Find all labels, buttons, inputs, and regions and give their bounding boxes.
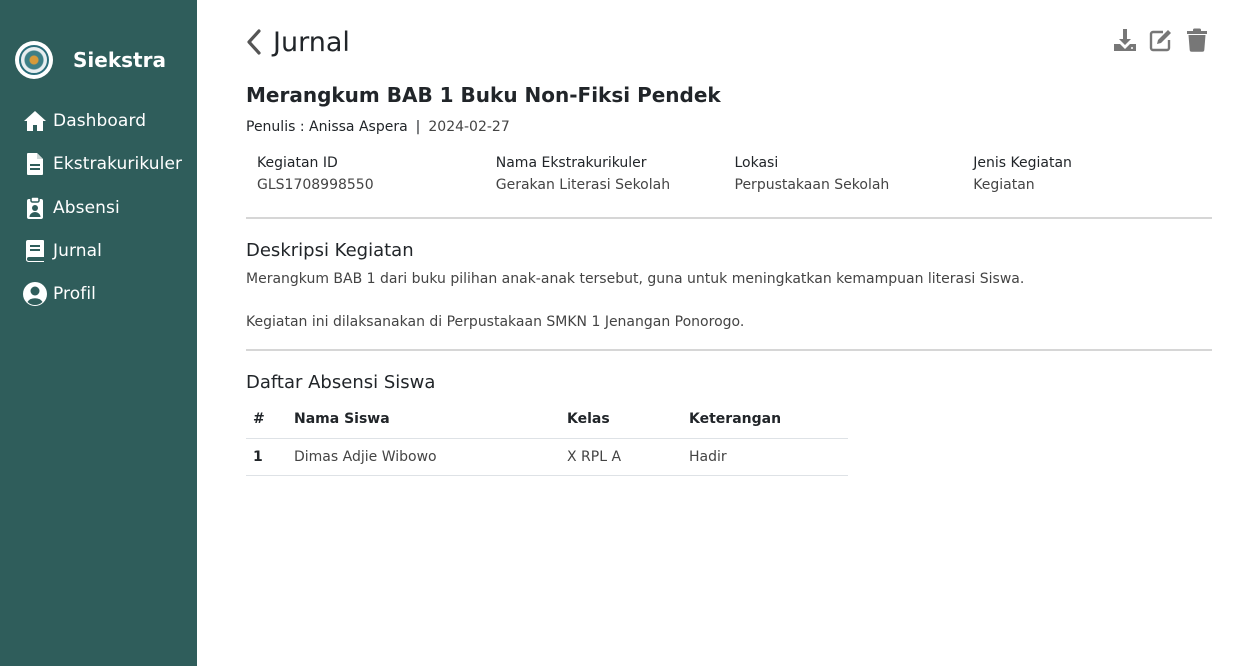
description-heading: Deskripsi Kegiatan xyxy=(246,240,414,261)
description-line: Merangkum BAB 1 dari buku pilihan anak-a… xyxy=(246,271,1025,287)
brand-name: Siekstra xyxy=(73,48,166,72)
journal-title: Merangkum BAB 1 Buku Non-Fiksi Pendek xyxy=(246,83,721,107)
divider xyxy=(246,217,1212,219)
column-header: Nama Siswa xyxy=(294,400,567,439)
meta-separator: | xyxy=(415,119,421,135)
sidebar-item-ekstrakurikuler[interactable]: Ekstrakurikuler xyxy=(22,151,182,177)
edit-icon[interactable] xyxy=(1148,27,1174,53)
info-value: GLS1708998550 xyxy=(257,177,374,193)
info-label: Lokasi xyxy=(734,155,779,171)
sidebar-item-label: Profil xyxy=(53,284,97,305)
info-lokasi: Lokasi Perpustakaan Sekolah xyxy=(735,155,974,193)
sidebar-item-label: Absensi xyxy=(53,197,120,218)
user-circle-icon xyxy=(22,281,48,307)
description-line: Kegiatan ini dilaksanakan di Perpustakaa… xyxy=(246,314,745,330)
attendance-status: Hadir xyxy=(689,438,848,476)
info-value: Perpustakaan Sekolah xyxy=(734,177,890,193)
sidebar-item-label: Dashboard xyxy=(53,111,147,131)
page-header: Jurnal xyxy=(246,27,1212,63)
sidebar-item-jurnal[interactable]: Jurnal xyxy=(22,238,182,264)
table-header-row: # Nama Siswa Kelas Keterangan xyxy=(246,400,848,439)
info-label: Kegiatan ID xyxy=(257,155,338,171)
page-title: Jurnal xyxy=(273,27,350,58)
table-row: 1 Dimas Adjie Wibowo X RPL A Hadir xyxy=(246,438,848,476)
info-value: Gerakan Literasi Sekolah xyxy=(495,177,671,193)
journal-meta: Penulis : Anissa Aspera | 2024-02-27 xyxy=(246,119,510,135)
sidebar-item-profil[interactable]: Profil xyxy=(22,281,182,307)
journal-author: Penulis : Anissa Aspera xyxy=(246,119,408,135)
info-nama-ekstrakurikuler: Nama Ekstrakurikuler Gerakan Literasi Se… xyxy=(496,155,735,193)
student-name: Dimas Adjie Wibowo xyxy=(294,438,567,476)
info-jenis-kegiatan: Jenis Kegiatan Kegiatan xyxy=(973,155,1212,193)
column-header: Kelas xyxy=(567,400,689,439)
file-icon xyxy=(22,151,48,177)
journal-date: 2024-02-27 xyxy=(428,119,510,135)
info-value: Kegiatan xyxy=(973,177,1035,193)
sidebar-item-dashboard[interactable]: Dashboard xyxy=(22,108,182,134)
sidebar-item-label: Ekstrakurikuler xyxy=(53,154,183,175)
column-header: Keterangan xyxy=(689,400,848,439)
download-icon[interactable] xyxy=(1112,27,1138,53)
attendance-heading: Daftar Absensi Siswa xyxy=(246,372,436,393)
info-label: Nama Ekstrakurikuler xyxy=(495,155,647,171)
book-icon xyxy=(22,238,48,264)
info-kegiatan-id: Kegiatan ID GLS1708998550 xyxy=(257,155,496,193)
sidebar: Siekstra Dashboard Ekstrakurikuler Absen… xyxy=(0,0,197,666)
sidebar-item-label: Jurnal xyxy=(53,240,102,261)
info-label: Jenis Kegiatan xyxy=(973,155,1072,171)
column-header: # xyxy=(246,400,294,439)
sidebar-item-absensi[interactable]: Absensi xyxy=(22,195,182,221)
row-number: 1 xyxy=(246,438,294,476)
clipboard-user-icon xyxy=(22,195,48,221)
divider xyxy=(246,349,1212,351)
sidebar-nav: Dashboard Ekstrakurikuler Absensi Jurnal… xyxy=(22,108,182,324)
header-actions xyxy=(1102,27,1210,53)
trash-icon[interactable] xyxy=(1184,27,1210,53)
attendance-table: # Nama Siswa Kelas Keterangan 1 Dimas Ad… xyxy=(246,400,848,476)
brand[interactable]: Siekstra xyxy=(15,41,166,79)
student-class: X RPL A xyxy=(567,438,689,476)
home-icon xyxy=(22,108,48,134)
back-chevron-icon[interactable] xyxy=(246,29,262,55)
school-logo xyxy=(15,41,53,79)
activity-info: Kegiatan ID GLS1708998550 Nama Ekstrakur… xyxy=(257,155,1212,193)
